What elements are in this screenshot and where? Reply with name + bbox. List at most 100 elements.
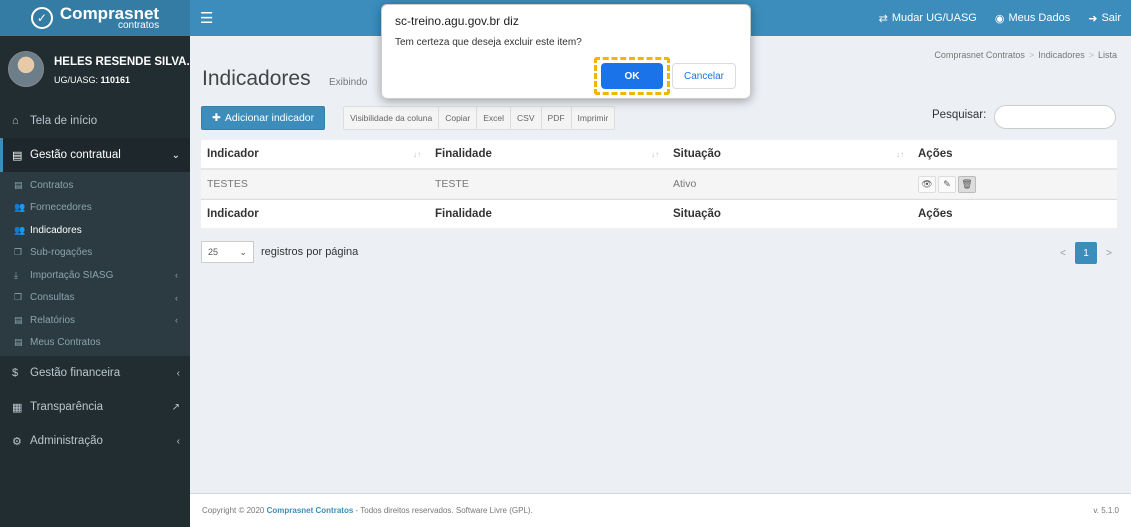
footer-brand-link[interactable]: Comprasnet Contratos: [267, 506, 354, 515]
main-content: Indicadores Exibindo Comprasnet Contrato…: [190, 36, 1131, 527]
page-length-select[interactable]: 25 ⌄: [201, 241, 254, 263]
user-ug: UG/UASG: 110161: [54, 75, 130, 85]
file-icon: ▤: [12, 149, 23, 162]
sidebar-item-consultas[interactable]: ❐ Consultas ‹: [0, 287, 190, 310]
add-indicator-button[interactable]: ✚ Adicionar indicador: [201, 106, 326, 130]
page-footer: Copyright © 2020 Comprasnet Contratos - …: [190, 493, 1131, 527]
delete-trash-icon[interactable]: 🗑: [958, 175, 976, 193]
sidebar-item-label: Importação SIASG: [30, 269, 114, 281]
ok-button[interactable]: OK: [601, 63, 663, 89]
column-header-label: Finalidade: [435, 148, 492, 160]
sidebar-item-fornecedores[interactable]: 👥 Fornecedores: [0, 197, 190, 220]
sidebar-item-importacao-siasg[interactable]: ⤓ Importação SIASG ‹: [0, 264, 190, 287]
copyright-text: Copyright © 2020 Comprasnet Contratos - …: [202, 506, 533, 515]
pagination-prev[interactable]: <: [1056, 248, 1070, 259]
column-header-situacao[interactable]: Situação ↓↑: [667, 140, 912, 168]
table-row: TESTES TESTE Ativo 👁 ✎ 🗑: [201, 170, 1117, 199]
sort-icon: ↓↑: [413, 150, 421, 159]
sidebar-item-meus-contratos[interactable]: ▤ Meus Contratos: [0, 332, 190, 355]
copy-button[interactable]: Copiar: [439, 107, 478, 129]
chevron-down-icon: ⌄: [239, 246, 247, 257]
column-header-acoes: Ações: [912, 140, 1117, 168]
sidebar-item-contratos[interactable]: ▤ Contratos: [0, 174, 190, 197]
pagination: < 1 >: [1056, 242, 1116, 264]
sidebar-item-label: Sub-rogações: [30, 247, 93, 259]
breadcrumb-item[interactable]: Indicadores: [1038, 50, 1085, 60]
column-header-indicador[interactable]: Indicador ↓↑: [201, 140, 429, 168]
sidebar-item-gestao-contratual[interactable]: ▤ Gestão contratual ⌄: [0, 138, 190, 172]
cancel-button[interactable]: Cancelar: [672, 63, 736, 89]
edit-icon[interactable]: ✎: [938, 175, 956, 193]
sort-icon: ↓↑: [896, 150, 904, 159]
add-indicator-label: Adicionar indicador: [224, 112, 315, 124]
confirm-dialog: sc-treino.agu.gov.br diz Tem certeza que…: [381, 4, 751, 99]
logout-label: Sair: [1101, 12, 1121, 24]
table-toolbar: ✚ Adicionar indicador Visibilidade da co…: [201, 106, 616, 130]
chevron-left-icon: ‹: [175, 315, 178, 326]
print-button[interactable]: Imprimir: [572, 107, 615, 129]
export-button-group: Visibilidade da coluna Copiar Excel CSV …: [343, 106, 616, 130]
version-text: v. 5.1.0: [1093, 506, 1119, 515]
user-name: HELES RESENDE SILVA...: [54, 56, 197, 68]
pdf-button[interactable]: PDF: [542, 107, 572, 129]
column-visibility-button[interactable]: Visibilidade da coluna: [344, 107, 440, 129]
my-data-label: Meus Dados: [1008, 12, 1071, 24]
pagination-page-current[interactable]: 1: [1075, 242, 1097, 264]
indicators-table: Indicador ↓↑ Finalidade ↓↑ Situação ↓↑ A…: [201, 140, 1117, 229]
excel-button[interactable]: Excel: [477, 107, 512, 129]
sidebar-item-label: Fornecedores: [30, 202, 92, 214]
exchange-icon: ⇄: [878, 12, 888, 25]
sidebar-item-label: Relatórios: [30, 314, 76, 326]
chevron-down-icon: ⌄: [171, 149, 180, 161]
sort-icon: ↓↑: [651, 150, 659, 159]
logo[interactable]: ✓ Comprasnet contratos: [0, 0, 190, 36]
page-length-value: 25: [208, 247, 219, 257]
home-icon: ⌂: [12, 115, 19, 127]
search-label: Pesquisar:: [932, 109, 987, 121]
breadcrumb-item: Lista: [1097, 50, 1117, 60]
column-header-label: Ações: [918, 148, 953, 160]
external-link-icon: ↗: [171, 401, 180, 413]
sidebar-item-relatorios[interactable]: ▤ Relatórios ‹: [0, 309, 190, 332]
breadcrumb-item[interactable]: Comprasnet Contratos: [934, 50, 1025, 60]
page-length-label: registros por página: [261, 246, 359, 258]
sidebar-item-label: Indicadores: [30, 224, 82, 236]
file-icon: ▤: [14, 314, 23, 325]
column-header-finalidade[interactable]: Finalidade ↓↑: [429, 140, 667, 168]
sidebar-item-label: Gestão contratual: [30, 149, 121, 161]
change-ug-link[interactable]: ⇄ Mudar UG/UASG: [879, 12, 977, 25]
copy-icon: ❐: [14, 247, 23, 258]
file-icon: ▤: [14, 179, 23, 190]
sidebar-item-indicadores[interactable]: 👥 Indicadores: [0, 219, 190, 242]
search-input[interactable]: [994, 105, 1116, 129]
pagination-next[interactable]: >: [1102, 248, 1116, 259]
column-footer-acoes: Ações: [918, 208, 953, 220]
table-footer-row: Indicador Finalidade Situação Ações: [201, 199, 1117, 229]
sidebar-item-sub-rogacoes[interactable]: ❐ Sub-rogações: [0, 242, 190, 265]
csv-button[interactable]: CSV: [511, 107, 542, 129]
user-panel: HELES RESENDE SILVA... UG/UASG: 110161: [0, 36, 196, 104]
sidebar-item-home[interactable]: ⌂ Tela de início: [0, 104, 190, 138]
page-length-control: 25 ⌄ registros por página: [201, 241, 358, 263]
newspaper-icon: ▦: [12, 401, 23, 414]
sidebar-item-administracao[interactable]: ⚙ Administração ‹: [0, 424, 190, 458]
sidebar-item-gestao-financeira[interactable]: $ Gestão financeira ‹: [0, 356, 190, 390]
logo-icon: ✓: [30, 7, 53, 29]
column-header-label: Situação: [673, 148, 721, 160]
dialog-origin: sc-treino.agu.gov.br diz: [395, 14, 519, 28]
sidebar-item-label: Tela de início: [30, 115, 98, 127]
cell-acoes: 👁 ✎ 🗑: [912, 170, 1117, 198]
hamburger-icon[interactable]: ☰: [200, 9, 213, 27]
sign-out-icon: ➜: [1088, 12, 1098, 25]
sidebar: HELES RESENDE SILVA... UG/UASG: 110161 ⌂…: [0, 36, 196, 527]
breadcrumb-separator: >: [1028, 50, 1035, 60]
view-eye-icon[interactable]: 👁: [918, 175, 936, 193]
sidebar-item-transparencia[interactable]: ▦ Transparência ↗: [0, 390, 190, 424]
copyright-prefix: Copyright © 2020: [202, 506, 265, 515]
sidebar-item-label: Meus Contratos: [30, 337, 101, 349]
my-data-link[interactable]: ◉ Meus Dados: [995, 12, 1070, 25]
sidebar-item-label: Consultas: [30, 292, 75, 304]
user-circle-icon: ◉: [994, 12, 1005, 25]
top-right-links: ⇄ Mudar UG/UASG ◉ Meus Dados ➜ Sair: [879, 0, 1121, 36]
logout-link[interactable]: ➜ Sair: [1088, 12, 1121, 25]
